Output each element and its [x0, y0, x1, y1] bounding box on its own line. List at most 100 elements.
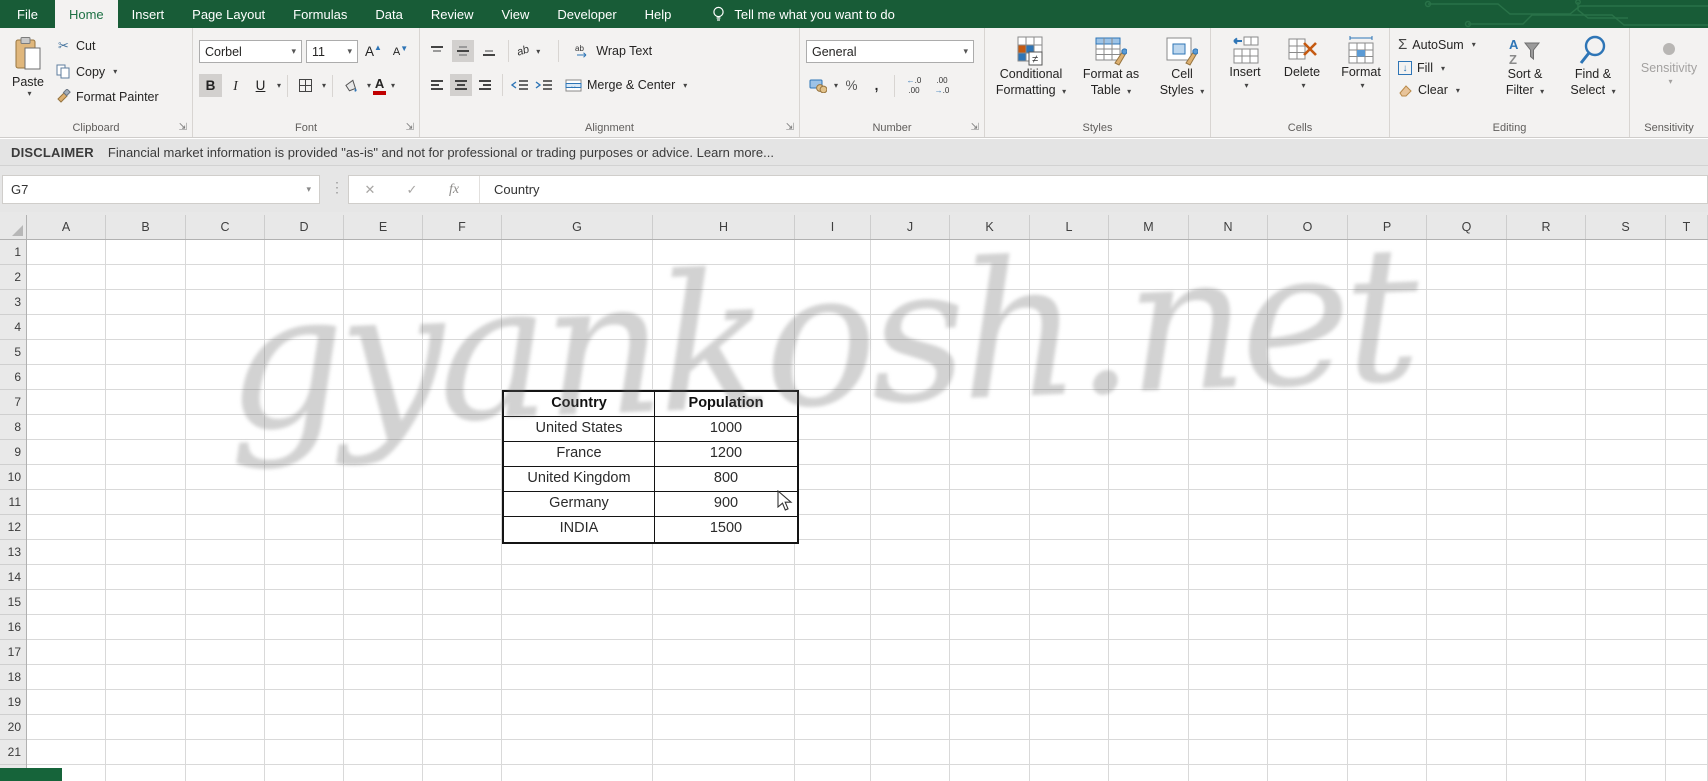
number-dialog-launcher[interactable]: ⇲ — [971, 122, 979, 133]
align-top-button[interactable] — [426, 40, 448, 62]
borders-dropdown-icon[interactable]: ▾ — [322, 81, 326, 90]
tab-insert[interactable]: Insert — [118, 0, 179, 28]
accounting-format-button[interactable] — [806, 74, 829, 97]
select-all-corner[interactable] — [0, 215, 27, 239]
align-middle-button[interactable] — [452, 40, 474, 62]
grid[interactable]: 1 2 3 4 5 6 7 8 9 10 11 12 13 14 15 16 17 18 19 20 21 Countr… — [0, 205, 1708, 781]
table-cell[interactable]: 900 — [655, 492, 797, 517]
table-cell[interactable]: Germany — [504, 492, 655, 517]
tab-page-layout[interactable]: Page Layout — [178, 0, 279, 28]
column-header-P[interactable]: P — [1348, 215, 1427, 239]
format-cells-button[interactable]: Format ▾ — [1335, 30, 1387, 90]
table-header-cell[interactable]: Country — [504, 392, 655, 417]
column-header-R[interactable]: R — [1507, 215, 1586, 239]
font-color-dropdown-icon[interactable]: ▾ — [391, 81, 395, 90]
row-header-15[interactable]: 15 — [0, 590, 26, 615]
row-header-12[interactable]: 12 — [0, 515, 26, 540]
table-header-cell[interactable]: Population — [655, 392, 797, 417]
table-cell[interactable]: United Kingdom — [504, 467, 655, 492]
wrap-text-button[interactable]: ab Wrap Text — [575, 44, 652, 58]
table-cell[interactable]: United States — [504, 417, 655, 442]
delete-cells-button[interactable]: Delete ▾ — [1277, 30, 1327, 90]
font-name-select[interactable]: Corbel ▾ — [199, 40, 302, 63]
align-bottom-button[interactable] — [478, 40, 500, 62]
font-size-select[interactable]: 11 ▾ — [306, 40, 358, 63]
align-center-button[interactable] — [450, 74, 472, 96]
tab-developer[interactable]: Developer — [543, 0, 630, 28]
table-cell[interactable]: 1200 — [655, 442, 797, 467]
row-header-17[interactable]: 17 — [0, 640, 26, 665]
align-left-button[interactable] — [426, 74, 448, 96]
orientation-dropdown-icon[interactable]: ▾ — [536, 47, 540, 56]
decrease-decimal-button[interactable]: .00 →.0 — [929, 76, 955, 94]
row-header-3[interactable]: 3 — [0, 290, 26, 315]
row-header-8[interactable]: 8 — [0, 415, 26, 440]
tab-view[interactable]: View — [487, 0, 543, 28]
column-header-Q[interactable]: Q — [1427, 215, 1507, 239]
tab-formulas[interactable]: Formulas — [279, 0, 361, 28]
column-header-N[interactable]: N — [1189, 215, 1268, 239]
column-header-I[interactable]: I — [795, 215, 871, 239]
sensitivity-button[interactable]: Sensitivity ▾ — [1638, 38, 1700, 86]
tab-help[interactable]: Help — [631, 0, 686, 28]
row-header-11[interactable]: 11 — [0, 490, 26, 515]
fill-color-button[interactable] — [339, 74, 362, 97]
table-cell[interactable]: INDIA — [504, 517, 655, 542]
format-painter-button[interactable]: Format Painter — [56, 89, 159, 104]
row-header-5[interactable]: 5 — [0, 340, 26, 365]
sheet-tab-partial[interactable] — [0, 768, 62, 781]
row-header-14[interactable]: 14 — [0, 565, 26, 590]
row-header-21[interactable]: 21 — [0, 740, 26, 765]
clipboard-dialog-launcher[interactable]: ⇲ — [179, 122, 187, 133]
cell-styles-button[interactable]: Cell Styles ▾ — [1153, 30, 1211, 98]
row-header-1[interactable]: 1 — [0, 240, 26, 265]
column-header-L[interactable]: L — [1030, 215, 1109, 239]
fill-button[interactable]: ↓ Fill ▾ — [1398, 61, 1476, 75]
name-box-dropdown-icon[interactable]: ▾ — [306, 184, 311, 195]
increase-indent-button[interactable] — [533, 74, 555, 96]
tell-me-box[interactable]: Tell me what you want to do — [711, 0, 895, 28]
table-cell[interactable]: France — [504, 442, 655, 467]
align-right-button[interactable] — [474, 74, 496, 96]
row-header-6[interactable]: 6 — [0, 365, 26, 390]
merge-center-button[interactable]: ↔ Merge & Center ▾ — [565, 78, 687, 92]
column-header-O[interactable]: O — [1268, 215, 1348, 239]
column-header-B[interactable]: B — [106, 215, 186, 239]
number-format-select[interactable]: General ▾ — [806, 40, 974, 63]
column-header-A[interactable]: A — [27, 215, 106, 239]
accounting-dropdown-icon[interactable]: ▾ — [834, 81, 838, 90]
column-header-J[interactable]: J — [871, 215, 950, 239]
table-cell[interactable]: 800 — [655, 467, 797, 492]
font-color-button[interactable]: A — [373, 77, 387, 95]
column-header-H[interactable]: H — [653, 215, 795, 239]
orientation-button[interactable]: ab — [515, 43, 530, 58]
row-header-4[interactable]: 4 — [0, 315, 26, 340]
tab-review[interactable]: Review — [417, 0, 488, 28]
row-header-9[interactable]: 9 — [0, 440, 26, 465]
font-dialog-launcher[interactable]: ⇲ — [406, 122, 414, 133]
decrease-indent-button[interactable] — [509, 74, 531, 96]
copy-button[interactable]: Copy ▾ — [56, 64, 159, 79]
cancel-button[interactable]: ✕ — [349, 182, 391, 198]
column-header-F[interactable]: F — [423, 215, 502, 239]
column-header-C[interactable]: C — [186, 215, 265, 239]
tab-data[interactable]: Data — [361, 0, 416, 28]
column-header-M[interactable]: M — [1109, 215, 1189, 239]
row-header-16[interactable]: 16 — [0, 615, 26, 640]
enter-button[interactable]: ✓ — [391, 182, 433, 198]
column-header-K[interactable]: K — [950, 215, 1030, 239]
sort-filter-button[interactable]: A Z Sort & Filter ▾ — [1494, 30, 1556, 98]
column-header-T[interactable]: T — [1666, 215, 1708, 239]
fill-color-dropdown-icon[interactable]: ▾ — [367, 81, 371, 90]
alignment-dialog-launcher[interactable]: ⇲ — [786, 122, 794, 133]
autosum-button[interactable]: Σ AutoSum ▾ — [1398, 36, 1476, 53]
italic-button[interactable]: I — [224, 74, 247, 97]
paste-button[interactable]: Paste ▾ — [5, 32, 51, 132]
row-header-7[interactable]: 7 — [0, 390, 26, 415]
row-header-18[interactable]: 18 — [0, 665, 26, 690]
row-header-19[interactable]: 19 — [0, 690, 26, 715]
underline-dropdown-icon[interactable]: ▾ — [277, 81, 281, 90]
cut-button[interactable]: ✂ Cut — [56, 38, 159, 54]
row-header-10[interactable]: 10 — [0, 465, 26, 490]
tab-file[interactable]: File — [0, 0, 55, 28]
